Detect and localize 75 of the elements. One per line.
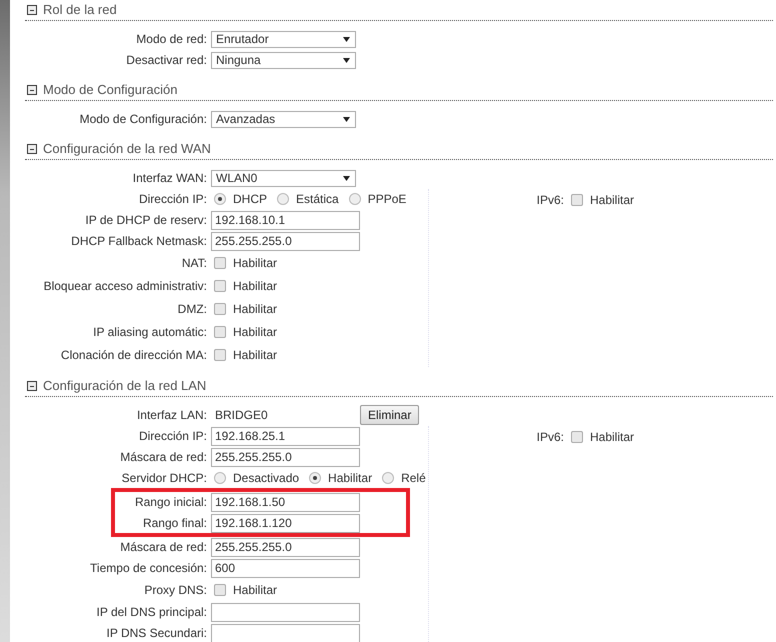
checkbox[interactable] <box>214 280 226 292</box>
checkbox-label: Habilitar <box>590 193 634 207</box>
field-label: IPv6: <box>536 193 565 207</box>
field-label: NAT: <box>180 256 208 270</box>
dropdown[interactable]: Avanzadas <box>211 110 356 128</box>
checkbox-label: Habilitar <box>233 256 278 270</box>
delete-button[interactable]: Eliminar <box>360 405 420 425</box>
field-label: IPv6: <box>536 430 565 444</box>
field-label: Dirección IP: <box>138 429 208 443</box>
field-label: Bloquear acceso administrativ: <box>42 279 208 293</box>
collapse-icon[interactable] <box>27 84 37 94</box>
checkbox[interactable] <box>214 584 226 596</box>
checkbox-label: Habilitar <box>233 348 278 362</box>
field-label: IP de DHCP de reserv: <box>84 213 208 227</box>
text-field[interactable]: 255.255.255.0 <box>211 232 360 250</box>
field-label: Rango inicial: <box>134 495 208 509</box>
caret-icon <box>343 116 350 122</box>
caret-icon <box>343 36 350 42</box>
text-field[interactable]: 255.255.255.0 <box>211 538 360 556</box>
section-title: Configuración de la red LAN <box>43 378 206 393</box>
interface-value: BRIDGE0 <box>214 408 269 422</box>
text-field[interactable]: 192.168.1.50 <box>211 492 360 512</box>
radio-option[interactable]: PPPoE <box>346 192 406 206</box>
radio-option[interactable]: Habilitar <box>306 471 372 485</box>
radio-option[interactable]: Estática <box>274 192 339 206</box>
field-label: Servidor DHCP: <box>120 471 208 485</box>
field-label: Desactivar red: <box>125 53 208 67</box>
checkbox[interactable] <box>214 349 226 361</box>
text-field[interactable]: 192.168.10.1 <box>211 210 360 230</box>
field-label: DMZ: <box>176 302 208 316</box>
field-label: Interfaz WAN: <box>132 171 208 185</box>
checkbox-label: Habilitar <box>233 325 278 339</box>
field-label: IP del DNS principal: <box>96 605 208 619</box>
field-label: Modo de red: <box>135 32 208 46</box>
collapse-icon[interactable] <box>27 144 37 154</box>
caret-icon <box>343 58 350 62</box>
field-label: Rango final: <box>142 516 208 530</box>
checkbox[interactable] <box>214 326 226 338</box>
text-field[interactable] <box>211 602 360 622</box>
checkbox[interactable] <box>571 194 583 206</box>
section-title: Configuración de la red WAN <box>43 141 211 156</box>
checkbox-label: Habilitar <box>233 583 278 597</box>
field-label: DHCP Fallback Netmask: <box>70 234 208 248</box>
text-field[interactable] <box>211 624 360 642</box>
dropdown[interactable]: Ninguna <box>211 52 356 68</box>
field-label: Tiempo de concesión: <box>89 561 208 575</box>
collapse-icon[interactable] <box>27 4 37 14</box>
checkbox[interactable] <box>571 431 583 443</box>
field-label: Proxy DNS: <box>143 583 208 597</box>
dropdown[interactable]: WLAN0 <box>211 170 356 186</box>
checkbox[interactable] <box>214 257 226 269</box>
collapse-icon[interactable] <box>27 380 37 390</box>
dropdown[interactable]: Enrutador <box>211 30 356 48</box>
text-field[interactable]: 192.168.1.120 <box>211 514 360 532</box>
field-label: Interfaz LAN: <box>136 408 208 422</box>
section-title: Rol de la red <box>43 2 117 17</box>
checkbox[interactable] <box>214 303 226 315</box>
caret-icon <box>343 176 350 180</box>
radio-option[interactable]: Relé <box>379 471 426 485</box>
text-field[interactable]: 192.168.25.1 <box>211 426 360 446</box>
text-field[interactable]: 255.255.255.0 <box>211 448 360 466</box>
radio-option[interactable]: DHCP <box>211 192 268 206</box>
field-label: Dirección IP: <box>138 192 208 206</box>
field-label: Máscara de red: <box>119 540 208 554</box>
checkbox-label: Habilitar <box>233 279 278 293</box>
field-label: Modo de Configuración: <box>78 112 208 126</box>
field-label: Clonación de dirección MA: <box>60 348 208 362</box>
checkbox-label: Habilitar <box>233 302 278 316</box>
field-label: IP DNS Secundari: <box>106 626 208 640</box>
checkbox-label: Habilitar <box>590 430 634 444</box>
section-title: Modo de Configuración <box>43 82 178 97</box>
field-label: IP aliasing automátic: <box>92 325 208 339</box>
field-label: Máscara de red: <box>119 450 208 464</box>
text-field[interactable]: 600 <box>211 558 360 578</box>
radio-option[interactable]: Desactivado <box>211 471 300 485</box>
